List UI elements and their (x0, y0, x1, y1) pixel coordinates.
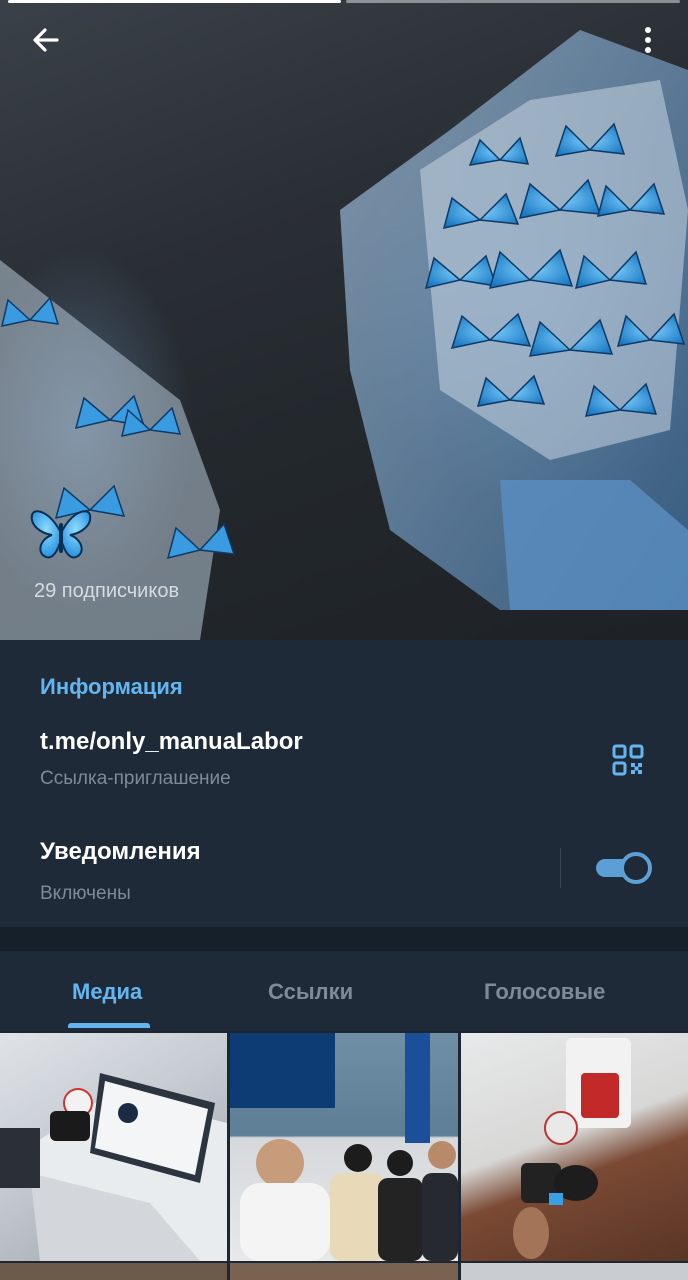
tab-media[interactable]: Медиа (72, 979, 142, 1005)
back-button[interactable] (22, 20, 70, 60)
laptop-photo (0, 1073, 227, 1261)
butterfly-bouquet-image (340, 30, 688, 610)
section-separator (0, 927, 688, 951)
media-thumbnail[interactable] (230, 1263, 458, 1280)
section-title: Информация (40, 674, 183, 699)
tab-voice[interactable]: Голосовые (484, 979, 605, 1005)
group-photo (230, 1033, 458, 1261)
invite-link[interactable]: t.me/only_manuaLabor (40, 728, 303, 756)
notifications-status: Включены (40, 883, 131, 904)
invite-link-caption: Ссылка-приглашение (40, 768, 231, 789)
channel-cover-photo: 29 подписчиков (0, 0, 688, 640)
qr-code-button[interactable] (606, 738, 650, 782)
more-options-button[interactable] (630, 20, 666, 60)
notifications-label[interactable]: Уведомления (40, 838, 201, 866)
media-thumbnail[interactable] (461, 1263, 688, 1280)
butterfly-emoji-icon (30, 510, 92, 559)
notifications-toggle[interactable] (594, 852, 652, 884)
story-progress-2 (346, 0, 680, 3)
media-thumbnail[interactable] (230, 1033, 458, 1261)
media-thumbnail[interactable] (461, 1033, 688, 1261)
story-progress-1 (8, 0, 341, 3)
media-grid (0, 1031, 688, 1280)
channel-info-section: Информация t.me/only_manuaLabor Ссылка-п… (0, 640, 688, 927)
subscribers-count: 29 подписчиков (34, 580, 180, 602)
media-thumbnail[interactable] (0, 1033, 227, 1261)
active-tab-indicator (68, 1023, 150, 1028)
table-photo (513, 1038, 631, 1259)
more-vertical-icon (645, 27, 651, 53)
arrow-left-icon (33, 28, 59, 52)
tab-links[interactable]: Ссылки (268, 979, 353, 1005)
toggle-knob (620, 852, 652, 884)
qr-code-icon (612, 744, 644, 776)
divider (560, 848, 561, 888)
shared-media-tabs: Медиа Ссылки Голосовые (0, 951, 688, 1031)
media-thumbnail[interactable] (0, 1263, 227, 1280)
